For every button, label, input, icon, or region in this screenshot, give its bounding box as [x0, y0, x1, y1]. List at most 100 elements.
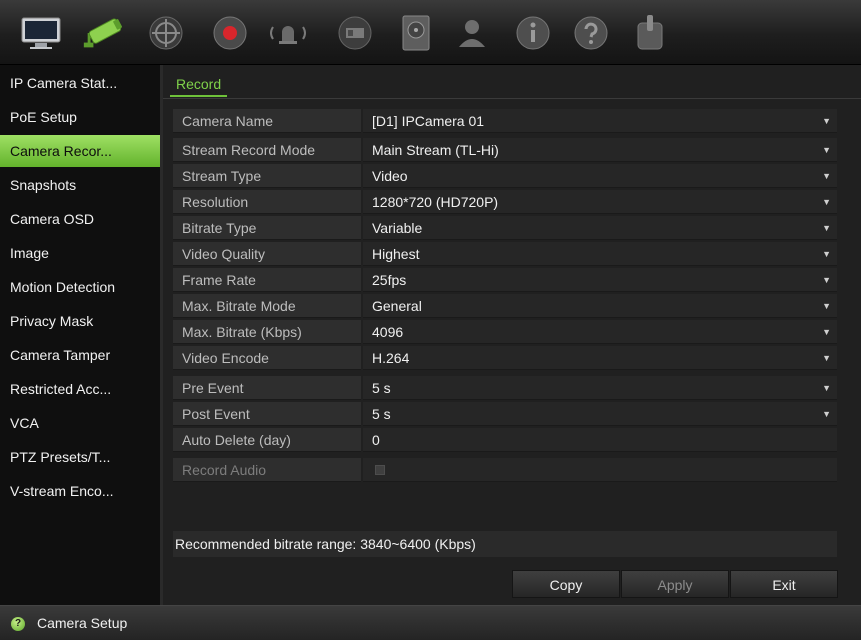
field-value: 1280*720 (HD720P) [372, 194, 499, 210]
field-label: Bitrate Type [173, 216, 361, 240]
help-status-icon: ? [11, 617, 25, 631]
power-icon[interactable] [627, 10, 673, 56]
max-bitrate-row: Max. Bitrate (Kbps) 4096 ▼ [173, 320, 837, 344]
field-value: Video [372, 168, 408, 184]
video-quality-select[interactable]: Highest ▼ [363, 242, 837, 266]
stream-type-select[interactable]: Video ▼ [363, 164, 837, 188]
sidebar-item-camera-tamper[interactable]: Camera Tamper [0, 339, 162, 371]
field-label: Pre Event [173, 376, 361, 400]
chevron-down-icon[interactable]: ▼ [822, 268, 831, 292]
field-value: 5 s [372, 406, 391, 422]
pre-event-select[interactable]: 5 s ▼ [363, 376, 837, 400]
field-value: 0 [372, 432, 380, 448]
copy-button[interactable]: Copy [512, 570, 620, 598]
bitrate-type-row: Bitrate Type Variable ▼ [173, 216, 837, 240]
display-monitor-icon[interactable] [18, 10, 64, 56]
field-label: Stream Type [173, 164, 361, 188]
chevron-down-icon[interactable]: ▼ [822, 190, 831, 214]
post-event-select[interactable]: 5 s ▼ [363, 402, 837, 426]
sidebar-item-privacy-mask[interactable]: Privacy Mask [0, 305, 162, 337]
system-info-icon[interactable] [510, 10, 556, 56]
max-bitrate-mode-select[interactable]: General ▼ [363, 294, 837, 318]
record-audio-checkbox[interactable] [375, 465, 385, 475]
field-label: Max. Bitrate (Kbps) [173, 320, 361, 344]
field-value: 25fps [372, 272, 407, 288]
sidebar-item-vca[interactable]: VCA [0, 407, 162, 439]
resolution-select[interactable]: 1280*720 (HD720P) ▼ [363, 190, 837, 214]
alarm-icon[interactable] [265, 10, 311, 56]
status-text: Camera Setup [37, 615, 128, 631]
sidebar-item-poe-setup[interactable]: PoE Setup [0, 101, 162, 133]
sidebar-item-ptz-presets[interactable]: PTZ Presets/T... [0, 441, 162, 473]
camera-icon[interactable] [80, 10, 126, 56]
field-label: Camera Name [173, 109, 361, 133]
camera-name-row: Camera Name [D1] IPCamera 01 ▼ [173, 109, 837, 133]
recommended-bitrate-info: Recommended bitrate range: 3840~6400 (Kb… [173, 531, 837, 557]
field-value: Main Stream (TL-Hi) [372, 142, 499, 158]
chevron-down-icon[interactable]: ▼ [822, 402, 831, 426]
field-label: Resolution [173, 190, 361, 214]
network-icon[interactable] [143, 10, 189, 56]
chevron-down-icon[interactable]: ▼ [822, 376, 831, 400]
field-value: Highest [372, 246, 420, 262]
chevron-down-icon[interactable]: ▼ [822, 164, 831, 188]
stream-record-mode-select[interactable]: Main Stream (TL-Hi) ▼ [363, 138, 837, 162]
video-encode-select[interactable]: H.264 ▼ [363, 346, 837, 370]
sidebar-item-snapshots[interactable]: Snapshots [0, 169, 162, 201]
field-label: Max. Bitrate Mode [173, 294, 361, 318]
video-quality-row: Video Quality Highest ▼ [173, 242, 837, 266]
frame-rate-select[interactable]: 25fps ▼ [363, 268, 837, 292]
max-bitrate-select[interactable]: 4096 ▼ [363, 320, 837, 344]
field-label: Stream Record Mode [173, 138, 361, 162]
exit-button[interactable]: Exit [730, 570, 838, 598]
auto-delete-input[interactable]: 0 [363, 428, 837, 452]
sidebar-item-camera-recording[interactable]: Camera Recor... [0, 135, 162, 167]
tab-divider [163, 98, 861, 99]
sidebar-item-motion-detection[interactable]: Motion Detection [0, 271, 162, 303]
record-audio-row: Record Audio [173, 458, 837, 482]
chevron-down-icon[interactable]: ▼ [822, 294, 831, 318]
sidebar-item-camera-osd[interactable]: Camera OSD [0, 203, 162, 235]
field-label: Frame Rate [173, 268, 361, 292]
user-icon[interactable] [449, 10, 495, 56]
sidebar-item-restricted-access[interactable]: Restricted Acc... [0, 373, 162, 405]
field-value: H.264 [372, 350, 410, 366]
sidebar-item-v-stream-encoding[interactable]: V-stream Enco... [0, 475, 162, 507]
bitrate-type-select[interactable]: Variable ▼ [363, 216, 837, 240]
apply-button[interactable]: Apply [621, 570, 729, 598]
field-label: Video Quality [173, 242, 361, 266]
auto-delete-row: Auto Delete (day) 0 [173, 428, 837, 452]
field-value: [D1] IPCamera 01 [372, 113, 485, 129]
stream-type-row: Stream Type Video ▼ [173, 164, 837, 188]
stream-record-mode-row: Stream Record Mode Main Stream (TL-Hi) ▼ [173, 138, 837, 162]
status-bar: ? Camera Setup [0, 605, 861, 640]
tab-record[interactable]: Record [170, 71, 228, 97]
storage-icon[interactable] [393, 10, 439, 56]
post-event-row: Post Event 5 s ▼ [173, 402, 837, 426]
field-value: Variable [372, 220, 423, 236]
field-label: Record Audio [173, 458, 361, 482]
field-label: Post Event [173, 402, 361, 426]
camera-name-select[interactable]: [D1] IPCamera 01 ▼ [363, 109, 837, 133]
sidebar-item-ip-camera-status[interactable]: IP Camera Stat... [0, 67, 162, 99]
chevron-down-icon[interactable]: ▼ [822, 216, 831, 240]
field-value: 5 s [372, 380, 391, 396]
chevron-down-icon[interactable]: ▼ [822, 346, 831, 370]
sidebar-menu: IP Camera Stat... PoE Setup Camera Recor… [0, 65, 162, 605]
device-icon[interactable] [332, 10, 378, 56]
help-icon[interactable] [568, 10, 614, 56]
chevron-down-icon[interactable]: ▼ [822, 320, 831, 344]
chevron-down-icon[interactable]: ▼ [822, 138, 831, 162]
pre-event-row: Pre Event 5 s ▼ [173, 376, 837, 400]
record-audio-field [363, 458, 837, 482]
record-icon[interactable] [207, 10, 253, 56]
top-toolbar [0, 0, 861, 65]
video-encode-row: Video Encode H.264 ▼ [173, 346, 837, 370]
frame-rate-row: Frame Rate 25fps ▼ [173, 268, 837, 292]
chevron-down-icon[interactable]: ▼ [822, 109, 831, 133]
field-value: General [372, 298, 422, 314]
field-label: Auto Delete (day) [173, 428, 361, 452]
chevron-down-icon[interactable]: ▼ [822, 242, 831, 266]
max-bitrate-mode-row: Max. Bitrate Mode General ▼ [173, 294, 837, 318]
sidebar-item-image[interactable]: Image [0, 237, 162, 269]
